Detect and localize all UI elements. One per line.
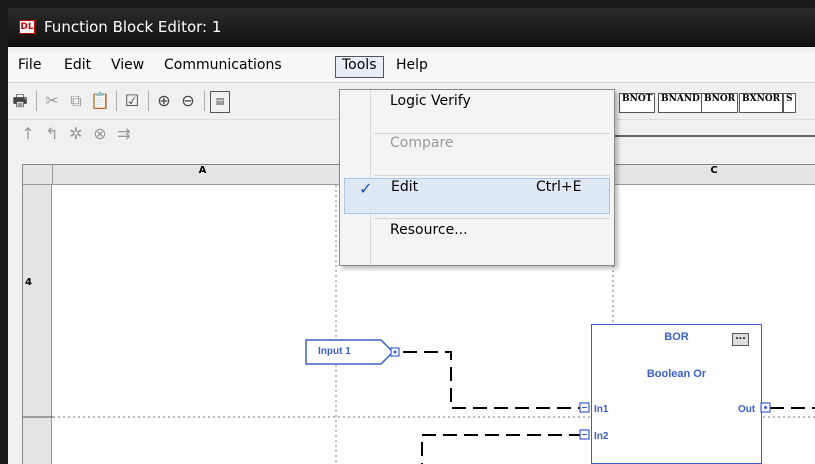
menu-item-label: Edit — [391, 179, 419, 195]
menu-item-label: Compare — [390, 135, 454, 151]
menu-item-edit[interactable]: ✓ Edit Ctrl+E — [344, 178, 610, 214]
menu-item-logic-verify[interactable]: Logic Verify — [340, 93, 614, 129]
menu-separator — [374, 175, 610, 176]
block-description: Boolean Or — [646, 368, 707, 380]
menu-item-label: Logic Verify — [390, 93, 471, 109]
pin-in1[interactable]: In1 — [594, 404, 608, 415]
pin-in2[interactable]: In2 — [594, 431, 608, 442]
tools-dropdown-menu: Logic Verify Compare ✓ Edit Ctrl+E Resou… — [339, 89, 615, 266]
pin-out[interactable]: Out — [738, 404, 755, 415]
application-window: DL Function Block Editor: 1 File Edit Vi… — [8, 8, 815, 464]
menu-item-resource[interactable]: Resource... — [340, 222, 614, 258]
menu-item-shortcut: Ctrl+E — [536, 179, 582, 195]
block-more-button[interactable]: ... — [732, 333, 749, 346]
check-icon: ✓ — [359, 179, 373, 198]
menu-separator — [374, 133, 610, 134]
input-tag-label: Input 1 — [318, 346, 351, 357]
menu-item-compare[interactable]: Compare — [340, 135, 614, 171]
menu-separator — [374, 218, 610, 219]
menu-item-label: Resource... — [390, 222, 468, 238]
